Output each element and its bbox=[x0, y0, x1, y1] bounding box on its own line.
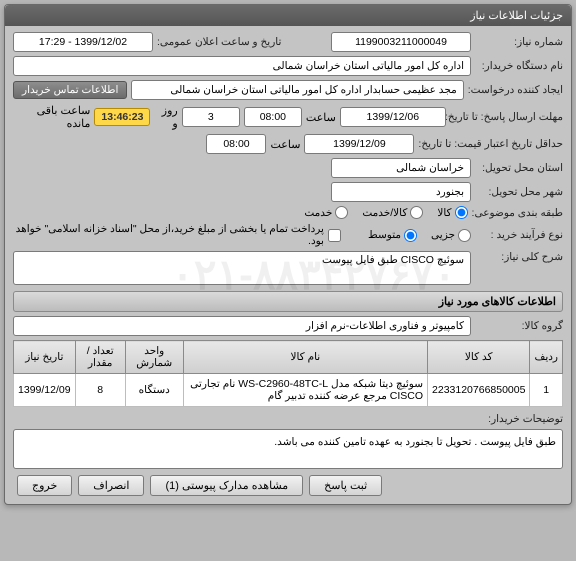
field-send-date: 1399/12/06 bbox=[340, 107, 446, 127]
cell-unit: دستگاه bbox=[125, 374, 183, 407]
radio-service-label: خدمت bbox=[304, 207, 332, 219]
field-price-date: 1399/12/09 bbox=[304, 134, 414, 154]
field-price-time: 08:00 bbox=[206, 134, 266, 154]
field-desc: سوئیچ CISCO طبق فایل پیوست bbox=[13, 251, 471, 285]
field-city: بجنورد bbox=[331, 182, 471, 202]
label-desc: شرح کلی نیاز: bbox=[475, 251, 563, 263]
label-buyer-org: نام دستگاه خریدار: bbox=[475, 60, 563, 72]
buyer-notes-box: طبق فایل پیوست . تحویل تا بجنورد به عهده… bbox=[13, 429, 563, 469]
form-content: شماره نیاز: 1199003211000049 تاریخ و ساع… bbox=[5, 26, 571, 504]
section-items-header: اطلاعات کالاهای مورد نیاز bbox=[13, 291, 563, 312]
col-code: کد کالا bbox=[428, 341, 530, 374]
col-date: تاریخ نیاز bbox=[14, 341, 76, 374]
radio-goods-label: کالا bbox=[437, 207, 451, 219]
field-creator: مجد عظیمی حسابدار اداره کل امور مالیاتی … bbox=[131, 80, 463, 100]
radio-mid-input[interactable] bbox=[404, 229, 417, 242]
cell-qty: 8 bbox=[75, 374, 125, 407]
radio-serv-goods[interactable]: کالا/خدمت bbox=[362, 206, 423, 219]
field-need-no: 1199003211000049 bbox=[331, 32, 471, 52]
field-province: خراسان شمالی bbox=[331, 158, 471, 178]
countdown-timer: 13:46:23 bbox=[94, 108, 150, 126]
items-table: ردیف کد کالا نام کالا واحد شمارش تعداد /… bbox=[13, 340, 563, 407]
cell-date: 1399/12/09 bbox=[14, 374, 76, 407]
partial-pay-checkbox-row: پرداخت تمام یا بخشی از مبلغ خرید،از محل … bbox=[13, 223, 341, 247]
label-remaining: ساعت باقی مانده bbox=[13, 104, 90, 130]
label-creator: ایجاد کننده درخواست: bbox=[468, 84, 563, 96]
radio-goods-input[interactable] bbox=[455, 206, 468, 219]
footer-buttons: ثبت پاسخ مشاهده مدارک پیوستی (1) انصراف … bbox=[13, 469, 563, 498]
field-buyer-org: اداره کل امور مالیاتی استان خراسان شمالی bbox=[13, 56, 471, 76]
contact-info-button[interactable]: اطلاعات تماس خریدار bbox=[13, 81, 127, 99]
label-category: طبقه بندی موضوعی: bbox=[472, 207, 563, 219]
partial-pay-label: پرداخت تمام یا بخشی از مبلغ خرید،از محل … bbox=[13, 223, 324, 247]
field-announce: 1399/12/02 - 17:29 bbox=[13, 32, 153, 52]
field-item-group: کامپیوتر و فناوری اطلاعات-نرم افزار bbox=[13, 316, 471, 336]
col-row: ردیف bbox=[530, 341, 563, 374]
label-city: شهر محل تحویل: bbox=[475, 186, 563, 198]
label-announce: تاریخ و ساعت اعلان عمومی: bbox=[157, 36, 281, 48]
field-days-left: 3 bbox=[182, 107, 240, 127]
col-name: نام کالا bbox=[183, 341, 427, 374]
radio-small[interactable]: جزیی bbox=[431, 229, 471, 242]
partial-pay-checkbox[interactable] bbox=[328, 229, 341, 242]
radio-service-input[interactable] bbox=[335, 206, 348, 219]
label-province: استان محل تحویل: bbox=[475, 162, 563, 174]
label-buyer-notes: توضیحات خریدار: bbox=[475, 413, 563, 425]
table-row[interactable]: 1 2233120766850005 سوئیچ دیتا شبکه مدل W… bbox=[14, 374, 563, 407]
cell-idx: 1 bbox=[530, 374, 563, 407]
exit-button[interactable]: خروج bbox=[17, 475, 72, 496]
col-unit: واحد شمارش bbox=[125, 341, 183, 374]
radio-goods[interactable]: کالا bbox=[437, 206, 467, 219]
label-need-no: شماره نیاز: bbox=[475, 36, 563, 48]
reply-button[interactable]: ثبت پاسخ bbox=[309, 475, 382, 496]
col-qty: تعداد / مقدار bbox=[75, 341, 125, 374]
field-send-time: 08:00 bbox=[244, 107, 302, 127]
radio-service[interactable]: خدمت bbox=[304, 206, 348, 219]
label-hour-1: ساعت bbox=[306, 111, 336, 124]
main-window: جزئیات اطلاعات نیاز شماره نیاز: 11990032… bbox=[4, 4, 572, 505]
reject-button[interactable]: انصراف bbox=[78, 475, 144, 496]
radio-serv-goods-input[interactable] bbox=[410, 206, 423, 219]
category-radio-group: کالا کالا/خدمت خدمت bbox=[304, 206, 467, 219]
cell-name: سوئیچ دیتا شبکه مدل WS-C2960-48TC-L نام … bbox=[183, 374, 427, 407]
radio-small-label: جزیی bbox=[431, 229, 455, 241]
radio-small-input[interactable] bbox=[458, 229, 471, 242]
radio-serv-goods-label: کالا/خدمت bbox=[362, 207, 407, 219]
label-price-deadline: حداقل تاریخ اعتبار قیمت: تا تاریخ: bbox=[418, 138, 563, 150]
process-radio-group: جزیی متوسط bbox=[368, 229, 471, 242]
label-process-type: نوع فرآیند خرید : bbox=[475, 229, 563, 241]
attachments-button[interactable]: مشاهده مدارک پیوستی (1) bbox=[150, 475, 303, 496]
radio-mid[interactable]: متوسط bbox=[368, 229, 417, 242]
label-item-group: گروه کالا: bbox=[475, 320, 563, 332]
cell-code: 2233120766850005 bbox=[428, 374, 530, 407]
label-hour-2: ساعت bbox=[270, 138, 300, 151]
radio-mid-label: متوسط bbox=[368, 229, 401, 241]
label-send-deadline: مهلت ارسال پاسخ: تا تاریخ: bbox=[450, 111, 563, 123]
label-day: روز و bbox=[154, 104, 177, 130]
window-title: جزئیات اطلاعات نیاز bbox=[5, 5, 571, 26]
